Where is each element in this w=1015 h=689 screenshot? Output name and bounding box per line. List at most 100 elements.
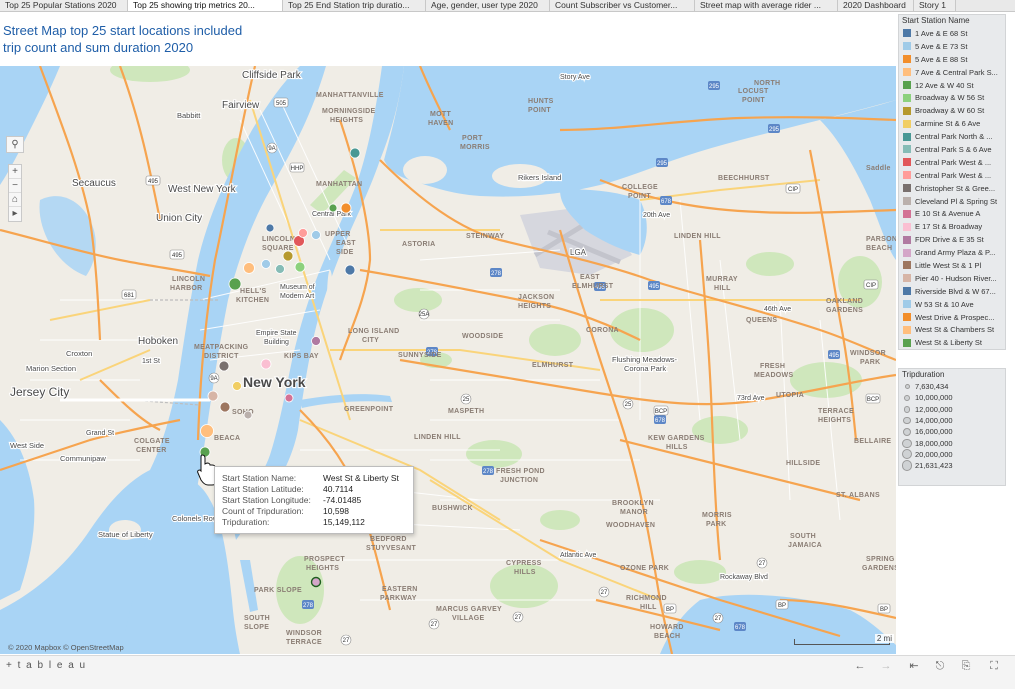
station-point[interactable]	[311, 230, 321, 240]
legend-item[interactable]: Christopher St & Gree...	[899, 182, 1005, 195]
legend-item[interactable]: West Drive & Prospec...	[899, 311, 1005, 324]
scale-bar-label: 2 mi	[874, 634, 894, 643]
legend-item[interactable]: Carmine St & 6 Ave	[899, 117, 1005, 130]
svg-text:295: 295	[657, 161, 668, 167]
station-point[interactable]	[232, 381, 242, 391]
legend-item[interactable]: West St & Chambers St	[899, 323, 1005, 336]
size-legend-items: 7,630,434 10,000,000 12,000,000 14,000,000 1…	[899, 381, 1005, 472]
tooltip-row: Start Station Latitude: 40.7114	[222, 484, 406, 495]
legend-item[interactable]: Central Park North & ...	[899, 130, 1005, 143]
tableau-logo[interactable]: + t a b l e a u	[6, 660, 87, 671]
station-point[interactable]	[310, 576, 322, 588]
zoom-out-button[interactable]: −	[9, 179, 21, 193]
station-point[interactable]	[275, 264, 285, 274]
station-point[interactable]	[260, 358, 272, 370]
legend-item[interactable]: E 10 St & Avenue A	[899, 207, 1005, 220]
download-icon[interactable]: ⎘	[958, 659, 974, 673]
sheet-tab[interactable]: Age, gender, user type 2020	[426, 0, 550, 11]
sheet-tab[interactable]: 2020 Dashboard	[838, 0, 914, 11]
legend-item[interactable]: W 53 St & 10 Ave	[899, 298, 1005, 311]
pan-arrow-icon[interactable]: ▸	[9, 207, 21, 221]
redo-arrow-icon[interactable]: →	[878, 659, 894, 673]
station-point[interactable]	[243, 410, 253, 420]
legend-item[interactable]: Riverside Blvd & W 67...	[899, 285, 1005, 298]
svg-text:505: 505	[276, 101, 287, 107]
street-map[interactable]: 495 681 495 HHP 505 9A 9A 25A 25 25 27 2…	[0, 66, 896, 654]
legend-item[interactable]: 7 Ave & Central Park S...	[899, 66, 1005, 79]
size-legend-item[interactable]: 14,000,000	[899, 415, 1005, 426]
legend-item[interactable]: Central Park West & ...	[899, 156, 1005, 169]
neighborhood-label: MARCUS GARVEY	[436, 606, 502, 613]
station-point[interactable]	[261, 259, 271, 269]
map-attribution[interactable]: © 2020 Mapbox © OpenStreetMap	[8, 643, 124, 652]
neighborhood-label: POINT	[628, 193, 651, 200]
size-legend-item[interactable]: 20,000,000	[899, 449, 1005, 460]
station-point[interactable]	[219, 401, 231, 413]
station-point[interactable]	[340, 202, 352, 214]
legend-item[interactable]: 5 Ave & E 88 St	[899, 53, 1005, 66]
undo-arrow-icon[interactable]: ←	[852, 659, 868, 673]
legend-item[interactable]: 12 Ave & W 40 St	[899, 79, 1005, 92]
station-point[interactable]	[298, 228, 308, 238]
legend-item[interactable]: Broadway & W 60 St	[899, 104, 1005, 117]
legend-item[interactable]: E 17 St & Broadway	[899, 220, 1005, 233]
legend-item[interactable]: Central Park S & 6 Ave	[899, 143, 1005, 156]
station-point[interactable]	[282, 250, 294, 262]
station-point[interactable]	[265, 223, 275, 233]
station-point[interactable]	[207, 390, 219, 402]
map-scale-bar: 2 mi	[790, 633, 896, 651]
sheet-tab[interactable]: Street map with average rider ...	[695, 0, 838, 11]
station-point[interactable]	[228, 277, 242, 291]
sheet-tab[interactable]: Top 25 End Station trip duratio...	[283, 0, 426, 11]
legend-item[interactable]: Broadway & W 56 St	[899, 91, 1005, 104]
zoom-in-button[interactable]: +	[9, 165, 21, 179]
sheet-tab[interactable]: Top 25 showing trip metrics 20...	[128, 0, 283, 11]
legend-label: Central Park West & ...	[915, 157, 992, 167]
sheet-tab[interactable]: Story 1	[914, 0, 956, 11]
size-legend-item[interactable]: 7,630,434	[899, 381, 1005, 392]
station-point[interactable]	[200, 424, 214, 438]
legend-item[interactable]: West St & Liberty St	[899, 336, 1005, 349]
size-legend-item[interactable]: 18,000,000	[899, 437, 1005, 448]
color-legend-title: Start Station Name	[902, 16, 970, 25]
size-legend-label: 16,000,000	[915, 427, 953, 437]
tooltip-row: Start Station Name: West St & Liberty St	[222, 473, 406, 484]
size-legend-item[interactable]: 21,631,423	[899, 460, 1005, 472]
legend-swatch	[903, 274, 911, 283]
size-legend-item[interactable]: 12,000,000	[899, 404, 1005, 415]
sheet-tab[interactable]: Count Subscriber vs Customer...	[550, 0, 695, 11]
legend-item[interactable]: Cleveland Pl & Spring St	[899, 195, 1005, 208]
station-point[interactable]	[328, 203, 338, 213]
size-legend-item[interactable]: 10,000,000	[899, 392, 1005, 403]
legend-swatch	[903, 287, 911, 296]
sheet-tab[interactable]: Top 25 Popular Stations 2020	[0, 0, 128, 11]
legend-swatch	[903, 68, 911, 77]
size-legend-circle	[899, 460, 915, 472]
station-point[interactable]	[218, 360, 230, 372]
station-point[interactable]	[284, 393, 294, 403]
legend-item[interactable]: FDR Drive & E 35 St	[899, 233, 1005, 246]
neighborhood-label: MORNINGSIDE	[322, 108, 375, 115]
tooltip-row: Start Station Longitude: -74.01485	[222, 495, 406, 506]
legend-item[interactable]: 1 Ave & E 68 St	[899, 27, 1005, 40]
station-point[interactable]	[344, 264, 356, 276]
station-point[interactable]	[243, 262, 255, 274]
station-point[interactable]	[349, 147, 361, 159]
map-canvas[interactable]: 495 681 495 HHP 505 9A 9A 25A 25 25 27 2…	[0, 66, 896, 654]
map-search-tool[interactable]: ⚲	[6, 136, 24, 154]
size-legend-item[interactable]: 16,000,000	[899, 426, 1005, 437]
neighborhood-label: LINCOLN	[172, 276, 205, 283]
fullscreen-icon[interactable]: ⛶	[986, 659, 1002, 673]
legend-item[interactable]: Central Park West & ...	[899, 169, 1005, 182]
station-point[interactable]	[294, 261, 306, 273]
search-icon[interactable]: ⚲	[6, 136, 24, 153]
home-icon[interactable]: ⌂	[9, 193, 21, 207]
revert-icon[interactable]: ⇤	[906, 659, 922, 673]
share-icon[interactable]: ⎋	[932, 659, 948, 673]
legend-item[interactable]: Little West St & 1 Pl	[899, 259, 1005, 272]
legend-item[interactable]: 5 Ave & E 73 St	[899, 40, 1005, 53]
legend-item[interactable]: Pier 40 - Hudson River...	[899, 272, 1005, 285]
legend-item[interactable]: Grand Army Plaza & P...	[899, 246, 1005, 259]
legend-label: Broadway & W 60 St	[915, 106, 985, 116]
station-point[interactable]	[311, 336, 321, 346]
